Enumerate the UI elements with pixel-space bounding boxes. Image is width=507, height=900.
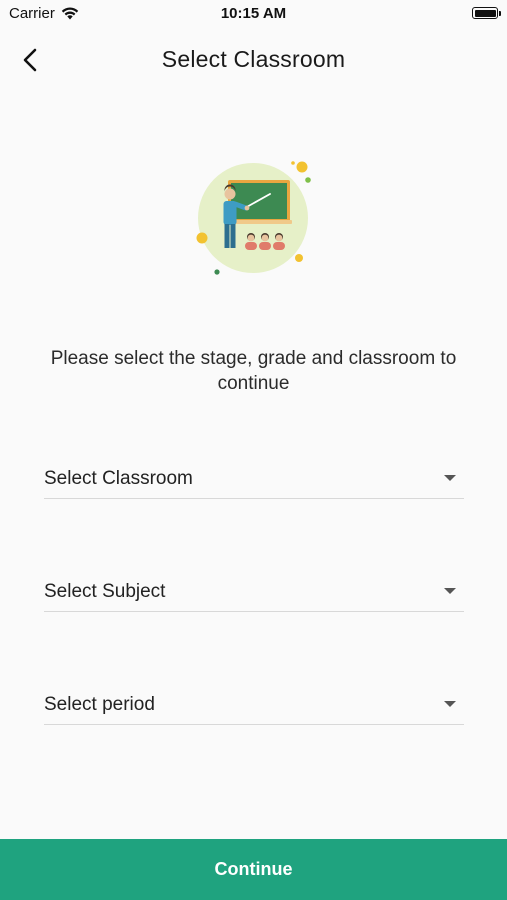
caret-down-icon — [444, 475, 456, 481]
continue-button-label: Continue — [214, 859, 293, 879]
status-bar: Carrier 10:15 AM — [0, 0, 507, 28]
battery-icon — [472, 7, 501, 19]
select-classroom-screen: Carrier 10:15 AM Select Classroom Please… — [0, 0, 507, 900]
caret-down-icon — [444, 588, 456, 594]
subject-dropdown-label: Select Subject — [44, 581, 166, 602]
teacher-classroom-illustration — [196, 161, 311, 275]
period-dropdown[interactable]: Select period — [44, 684, 464, 725]
classroom-dropdown-label: Select Classroom — [44, 468, 193, 489]
caret-down-icon — [444, 701, 456, 707]
subject-dropdown[interactable]: Select Subject — [44, 571, 464, 612]
status-time: 10:15 AM — [220, 5, 287, 22]
classroom-dropdown[interactable]: Select Classroom — [44, 458, 464, 499]
instruction-text: Please select the stage, grade and class… — [50, 348, 457, 394]
continue-button[interactable]: Continue — [0, 839, 507, 900]
period-dropdown-label: Select period — [44, 694, 155, 715]
nav-bar: Select Classroom — [0, 36, 507, 84]
page-title: Select Classroom — [161, 46, 346, 72]
